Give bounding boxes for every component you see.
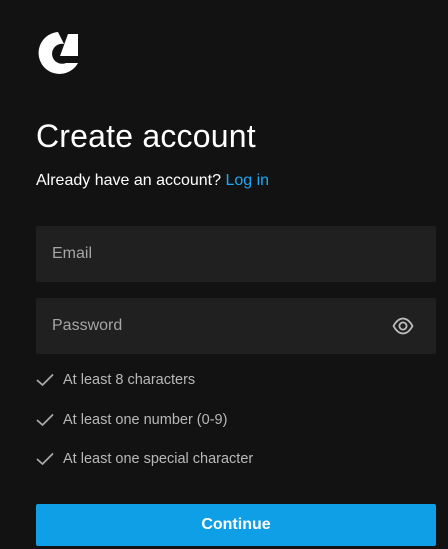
requirement-label: At least one number (0-9) xyxy=(63,411,228,428)
password-field-container xyxy=(36,298,436,354)
check-icon xyxy=(36,413,54,426)
check-icon xyxy=(36,374,54,386)
eye-icon[interactable] xyxy=(392,316,414,336)
create-account-page: Create account Already have an account? … xyxy=(0,0,448,549)
check-icon xyxy=(36,453,54,465)
page-title: Create account xyxy=(36,118,256,154)
requirement-item: At least one number (0-9) xyxy=(36,410,436,430)
login-link[interactable]: Log in xyxy=(225,172,269,189)
password-requirements: At least 8 characters At least one numbe… xyxy=(36,370,436,489)
requirement-label: At least one special character xyxy=(63,451,254,467)
email-field[interactable] xyxy=(36,226,436,282)
continue-button[interactable]: Continue xyxy=(36,504,436,546)
login-prompt: Already have an account? Log in xyxy=(36,172,269,190)
password-field[interactable] xyxy=(36,298,436,354)
brand-logo-icon xyxy=(38,32,78,74)
requirement-item: At least one special character xyxy=(36,449,436,469)
email-field-container xyxy=(36,226,436,282)
requirement-label: At least 8 characters xyxy=(63,372,196,388)
login-prompt-text: Already have an account? xyxy=(36,172,226,189)
requirement-item: At least 8 characters xyxy=(36,370,436,390)
